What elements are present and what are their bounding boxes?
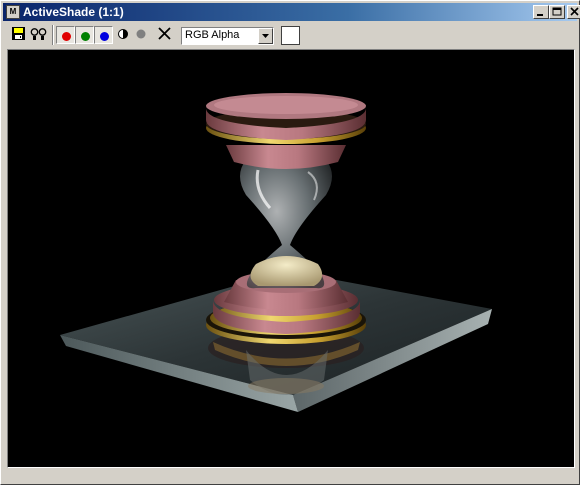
save-button[interactable] [11, 26, 27, 44]
red-channel-button[interactable] [56, 26, 75, 44]
window-footer [3, 469, 577, 481]
app-icon[interactable]: M [6, 5, 20, 19]
clear-x-icon [158, 27, 171, 40]
monochrome-icon [118, 29, 128, 39]
minimize-icon [537, 14, 543, 16]
channel-select[interactable]: RGB Alpha [181, 27, 274, 45]
activeshade-window: M ActiveShade (1:1) RGB Alpha [0, 0, 580, 485]
close-button[interactable] [567, 5, 580, 19]
alpha-dot-icon [136, 29, 146, 39]
clear-button[interactable] [157, 26, 173, 44]
red-channel-icon [62, 32, 71, 41]
toolbar-separator [52, 25, 54, 45]
clone-window-icon [30, 28, 47, 40]
hourglass-render-image [60, 93, 492, 412]
render-viewport[interactable] [7, 49, 575, 468]
color-swatch[interactable] [281, 26, 300, 45]
dropdown-arrow-button[interactable] [258, 28, 273, 44]
green-channel-icon [81, 32, 90, 41]
maximize-icon [552, 7, 562, 16]
close-icon [570, 7, 579, 16]
chevron-down-icon [262, 34, 269, 38]
toolbar: RGB Alpha [3, 22, 577, 48]
maximize-button[interactable] [549, 5, 565, 19]
channel-select-value: RGB Alpha [185, 29, 240, 41]
floppy-disk-icon [12, 27, 25, 40]
clone-button[interactable] [30, 26, 48, 44]
window-title: ActiveShade (1:1) [23, 5, 124, 19]
title-bar[interactable]: M ActiveShade (1:1) [3, 3, 580, 21]
green-channel-button[interactable] [75, 26, 94, 44]
blue-channel-icon [100, 32, 109, 41]
blue-channel-button[interactable] [94, 26, 113, 44]
monochrome-button[interactable] [116, 26, 130, 44]
minimize-button[interactable] [533, 5, 549, 19]
alpha-button[interactable] [134, 26, 148, 44]
